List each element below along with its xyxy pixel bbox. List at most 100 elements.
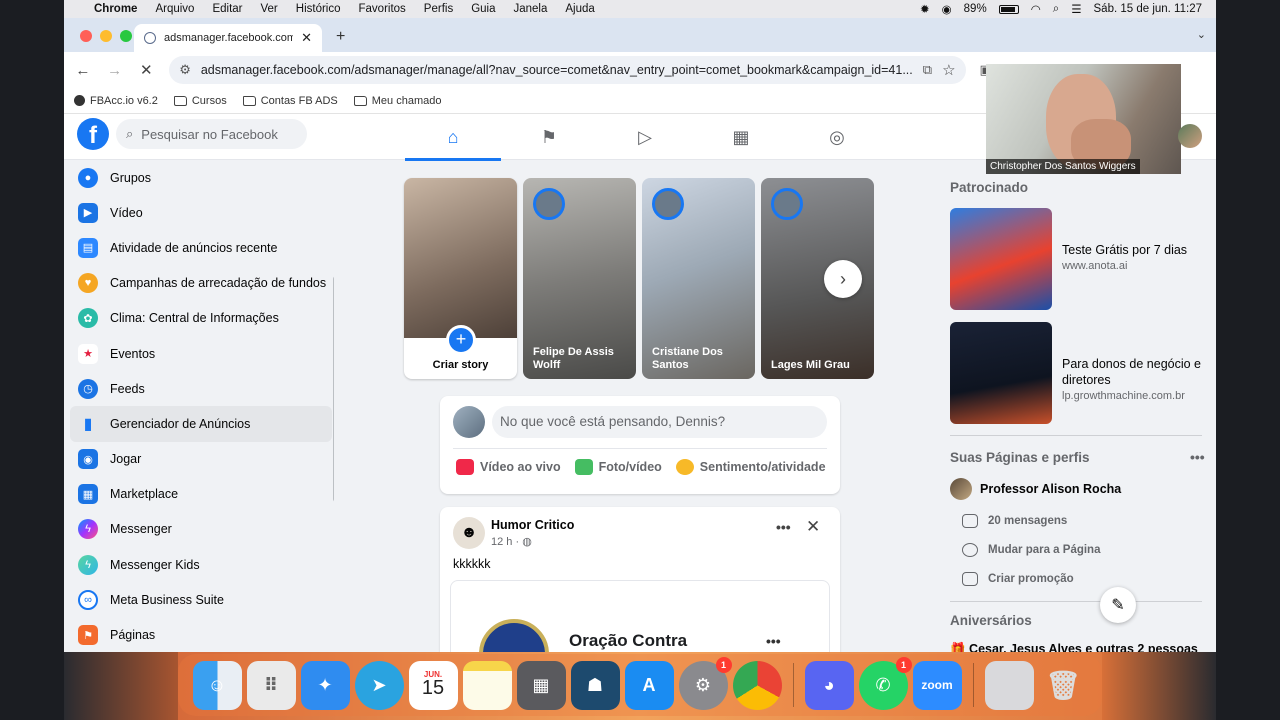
chrome-icon[interactable]: [732, 660, 782, 710]
battery-icon[interactable]: [998, 4, 1019, 14]
wifi-icon[interactable]: ◠: [1031, 2, 1041, 16]
birthday-notice[interactable]: 🎁 Cesar, Jesus Alves e outras 2 pessoas: [950, 642, 1198, 652]
new-message-edit-icon[interactable]: ✎: [1100, 587, 1136, 623]
url-text[interactable]: adsmanager.facebook.com/adsmanager/manag…: [201, 63, 913, 77]
new-tab-button[interactable]: +: [336, 28, 345, 46]
nav-home-icon[interactable]: ⌂: [405, 114, 501, 161]
minimize-window-button[interactable]: [100, 30, 112, 42]
post-time[interactable]: 12 h ·: [491, 536, 522, 548]
stop-loading-button[interactable]: ✕: [137, 61, 155, 79]
stories-next-chevron-icon[interactable]: ›: [824, 260, 862, 298]
clock[interactable]: Sáb. 15 de jun. 11:27: [1094, 3, 1203, 15]
zoom-window-button[interactable]: [120, 30, 132, 42]
user-avatar[interactable]: [453, 406, 485, 438]
brightness-icon[interactable]: ✹: [920, 2, 930, 16]
sidebar-item-messenger-kids[interactable]: ϟ Messenger Kids: [64, 547, 334, 582]
tab-search-chevron-icon[interactable]: ⌄: [1197, 28, 1206, 41]
downloads-stack-icon[interactable]: [984, 660, 1034, 710]
finder-icon[interactable]: ☺: [192, 660, 242, 710]
bookmark-contas-fb-ads[interactable]: Contas FB ADS: [242, 95, 338, 107]
calculator-icon[interactable]: ▦: [516, 660, 566, 710]
story-card[interactable]: Felipe De Assis Wolff: [523, 178, 636, 379]
sidebar-item-feeds[interactable]: ◷ Feeds: [64, 371, 334, 406]
composer-input[interactable]: No que você está pensando, Dennis?: [492, 406, 827, 438]
story-card[interactable]: Cristiane Dos Santos: [642, 178, 755, 379]
nav-video-icon[interactable]: ▷: [597, 114, 693, 160]
plus-icon[interactable]: +: [446, 325, 476, 355]
site-info-icon[interactable]: ⚙: [179, 62, 191, 78]
menu-editar[interactable]: Editar: [212, 3, 242, 15]
control-center-icon[interactable]: ☰: [1071, 2, 1081, 16]
bookmark-cursos[interactable]: Cursos: [173, 95, 227, 107]
menu-ajuda[interactable]: Ajuda: [565, 3, 594, 15]
sponsored-ad[interactable]: Teste Grátis por 7 dias www.anota.ai: [950, 208, 1212, 310]
bookmark-meu-chamado[interactable]: Meu chamado: [353, 95, 441, 107]
nav-pages-flag-icon[interactable]: ⚑: [501, 114, 597, 160]
sidebar-item-marketplace[interactable]: ▦ Marketplace: [64, 477, 334, 512]
discord-icon[interactable]: ◕: [804, 660, 854, 710]
menu-favoritos[interactable]: Favoritos: [359, 3, 406, 15]
sidebar-item-climate[interactable]: ✿ Clima: Central de Informações: [64, 301, 334, 336]
sidebar-item-video[interactable]: ▶ Vídeo: [64, 195, 334, 230]
browser-tab-active[interactable]: adsmanager.facebook.com/a ✕: [134, 24, 322, 52]
menu-arquivo[interactable]: Arquivo: [155, 3, 194, 15]
post-more-options-icon[interactable]: •••: [776, 519, 791, 535]
sidebar-item-pages[interactable]: ⚑ Páginas: [64, 617, 334, 652]
page-item[interactable]: Professor Alison Rocha: [950, 478, 1121, 500]
sidebar-item-fundraisers[interactable]: ♥ Campanhas de arrecadação de fundos: [64, 266, 334, 301]
menu-ver[interactable]: Ver: [261, 3, 278, 15]
menu-chrome[interactable]: Chrome: [94, 3, 137, 15]
sidebar-item-messenger[interactable]: ϟ Messenger: [64, 512, 334, 547]
forward-button[interactable]: →: [106, 62, 124, 79]
trash-icon[interactable]: 🗑: [1039, 661, 1088, 710]
address-bar[interactable]: ⚙ adsmanager.facebook.com/adsmanager/man…: [169, 56, 966, 84]
nav-marketplace-icon[interactable]: ▦: [693, 114, 789, 160]
card-more-options-icon[interactable]: •••: [766, 633, 781, 649]
close-window-button[interactable]: [80, 30, 92, 42]
create-story-card[interactable]: + Criar story: [404, 178, 517, 379]
facebook-logo-icon[interactable]: f: [77, 118, 109, 150]
sidebar-item-ads-manager[interactable]: ▮ Gerenciador de Anúncios: [70, 406, 332, 442]
menu-historico[interactable]: Histórico: [296, 3, 341, 15]
hide-post-close-icon[interactable]: ✕: [806, 517, 820, 537]
pages-more-options-icon[interactable]: •••: [1190, 449, 1205, 465]
calendar-icon[interactable]: JUN. 15: [408, 660, 458, 710]
post-author-avatar[interactable]: ☻: [453, 517, 485, 549]
photo-video-button[interactable]: Foto/vídeo: [574, 459, 662, 475]
bookmark-star-icon[interactable]: ☆: [942, 61, 955, 79]
live-video-button[interactable]: Vídeo ao vivo: [456, 459, 561, 475]
post-author-name[interactable]: Humor Critico: [491, 518, 574, 532]
app-store-icon[interactable]: A: [624, 660, 674, 710]
spotlight-search-icon[interactable]: ⌕: [1053, 3, 1059, 16]
account-avatar[interactable]: [1178, 124, 1202, 148]
zoom-icon[interactable]: zoom: [912, 660, 962, 710]
back-button[interactable]: ←: [74, 62, 92, 79]
menu-janela[interactable]: Janela: [514, 3, 548, 15]
feeling-activity-button[interactable]: Sentimento/atividade: [675, 459, 826, 475]
menu-guia[interactable]: Guia: [471, 3, 495, 15]
nav-gaming-icon[interactable]: ◎: [789, 114, 885, 160]
switch-to-page-link[interactable]: Mudar para a Página: [962, 543, 1100, 557]
bookmark-fbacc[interactable]: FBAcc.io v6.2: [74, 95, 158, 107]
sidebar-item-grupos[interactable]: ● Grupos: [64, 160, 334, 195]
shared-post-card[interactable]: Oração Contra •••: [450, 580, 830, 652]
telegram-icon[interactable]: ➤: [354, 660, 404, 710]
facebook-search-input[interactable]: ⌕ Pesquisar no Facebook: [116, 119, 307, 149]
sidebar-item-events[interactable]: ★ Eventos: [64, 336, 334, 371]
sidebar-item-play[interactable]: ◉ Jogar: [64, 442, 334, 477]
menu-perfis[interactable]: Perfis: [424, 3, 453, 15]
launchpad-icon[interactable]: ⠿: [246, 660, 296, 710]
grammarly-icon[interactable]: ◉: [942, 2, 952, 16]
safari-icon[interactable]: ✦: [300, 660, 350, 710]
close-tab-icon[interactable]: ✕: [301, 30, 312, 46]
notes-icon[interactable]: [462, 660, 512, 710]
sponsored-ad[interactable]: Para donos de negócio e diretores lp.gro…: [950, 322, 1212, 424]
install-app-icon[interactable]: ⧉: [923, 62, 932, 78]
app-store-prayer-icon[interactable]: ☗: [570, 660, 620, 710]
system-settings-icon[interactable]: ⚙ 1: [678, 656, 732, 710]
sidebar-item-meta-business-suite[interactable]: ∞ Meta Business Suite: [64, 582, 334, 617]
sidebar-scrollbar[interactable]: [333, 276, 334, 502]
sidebar-item-ad-activity[interactable]: ▤ Atividade de anúncios recente: [64, 230, 334, 265]
create-promotion-link[interactable]: Criar promoção: [962, 572, 1074, 586]
page-messages-link[interactable]: 20 mensagens: [962, 514, 1067, 528]
